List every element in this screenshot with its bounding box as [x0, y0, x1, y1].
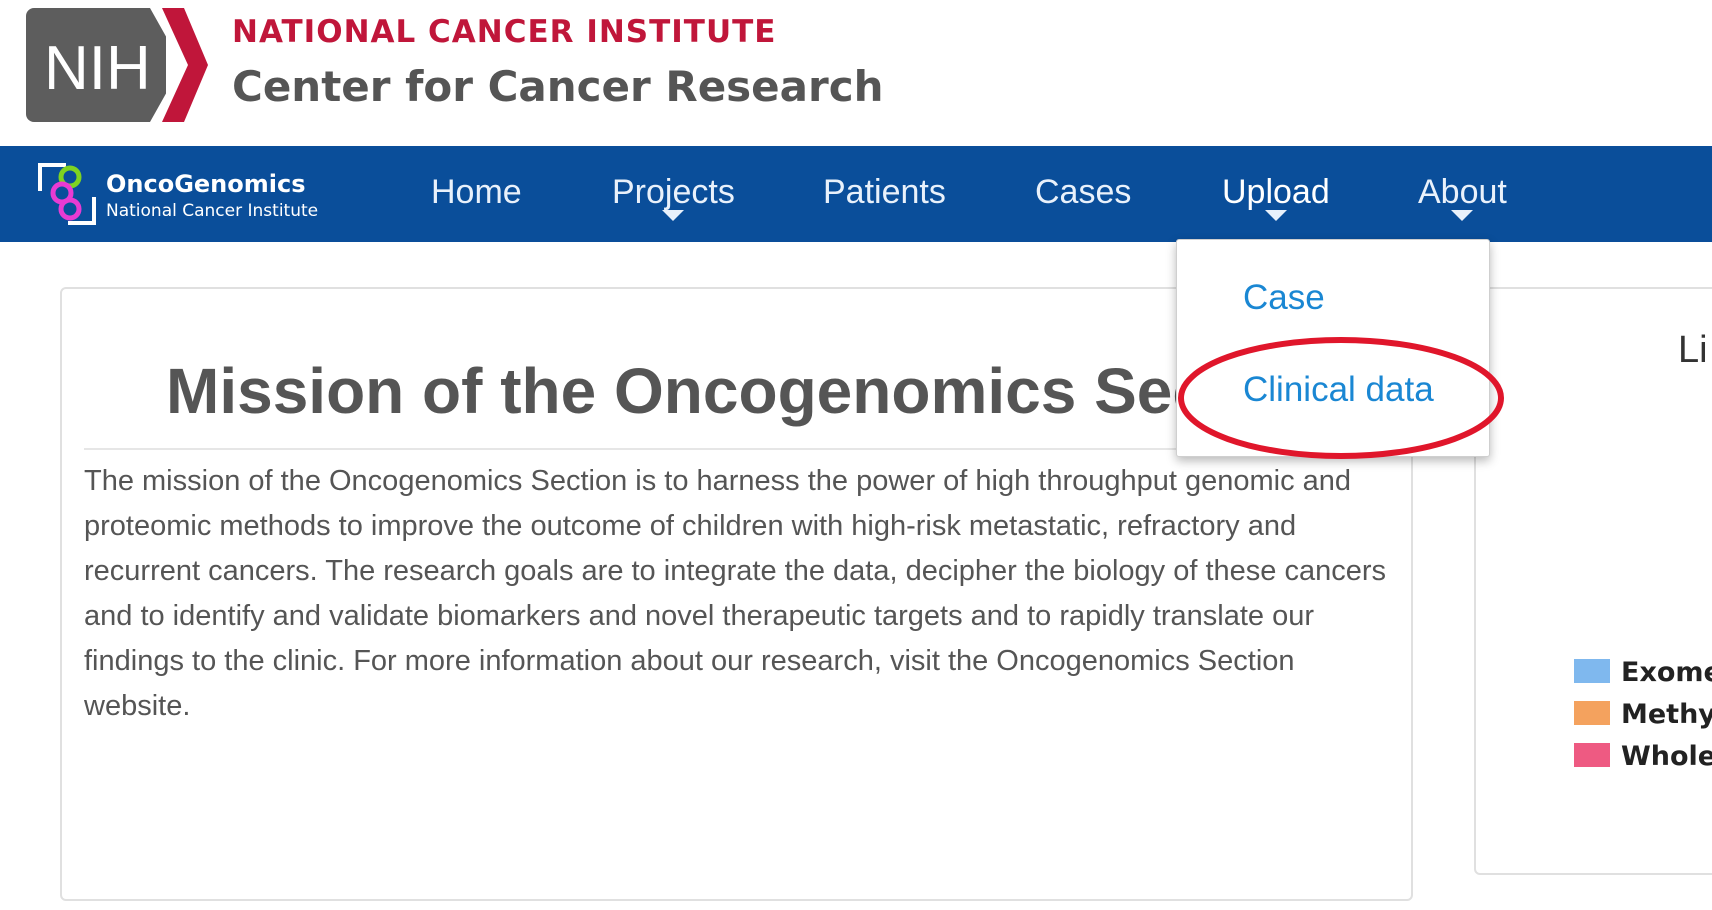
nav-upload-label: Upload	[1222, 173, 1330, 211]
nav-projects[interactable]: Projects	[612, 146, 735, 242]
caret-down-icon	[1451, 210, 1474, 221]
legend-swatch	[1574, 701, 1610, 725]
mission-text: The mission of the Oncogenomics Section …	[84, 465, 1386, 722]
upload-dropdown-menu: Case Clinical data	[1176, 239, 1490, 457]
chart-title: Li	[1678, 329, 1708, 371]
site-header: NIH NATIONAL CANCER INSTITUTE Center for…	[0, 0, 1712, 146]
caret-down-icon	[1264, 210, 1287, 221]
institute-name: NATIONAL CANCER INSTITUTE	[232, 14, 777, 50]
mission-title: Mission of the Oncogenomics Section	[166, 355, 1326, 427]
nav-about-label: About	[1418, 173, 1507, 211]
legend-label: Exome	[1621, 657, 1712, 688]
center-name: Center for Cancer Research	[232, 62, 884, 111]
nav-about[interactable]: About	[1418, 146, 1507, 242]
nav-cases-label: Cases	[1035, 173, 1132, 211]
nav-cases[interactable]: Cases	[1035, 146, 1131, 242]
brand-subtitle: National Cancer Institute	[106, 201, 319, 221]
library-chart-panel: Li Exome Methyla Whole G	[1474, 287, 1712, 875]
brand-home-link[interactable]: OncoGenomics National Cancer Institute	[36, 161, 346, 227]
legend-swatch	[1574, 659, 1610, 683]
nav-home[interactable]: Home	[431, 146, 522, 242]
dropdown-item-clinical-data[interactable]: Clinical data	[1243, 370, 1434, 410]
dropdown-item-case[interactable]: Case	[1243, 278, 1325, 318]
nav-upload[interactable]: Upload	[1222, 146, 1330, 242]
oncogenomics-logo-icon	[38, 163, 96, 225]
nav-patients-label: Patients	[823, 173, 946, 211]
caret-down-icon	[662, 210, 685, 221]
page: NIH NATIONAL CANCER INSTITUTE Center for…	[0, 0, 1712, 910]
nav-patients[interactable]: Patients	[823, 146, 946, 242]
nav-home-label: Home	[431, 173, 522, 211]
legend-label: Methyla	[1621, 699, 1712, 730]
main-navbar: OncoGenomics National Cancer Institute H…	[0, 146, 1712, 242]
legend-swatch	[1574, 743, 1610, 767]
brand-name: OncoGenomics	[106, 170, 306, 198]
legend-label: Whole G	[1621, 741, 1712, 772]
nih-logo[interactable]: NIH	[26, 8, 208, 122]
nav-projects-label: Projects	[612, 173, 735, 211]
nih-logo-text: NIH	[44, 34, 151, 103]
